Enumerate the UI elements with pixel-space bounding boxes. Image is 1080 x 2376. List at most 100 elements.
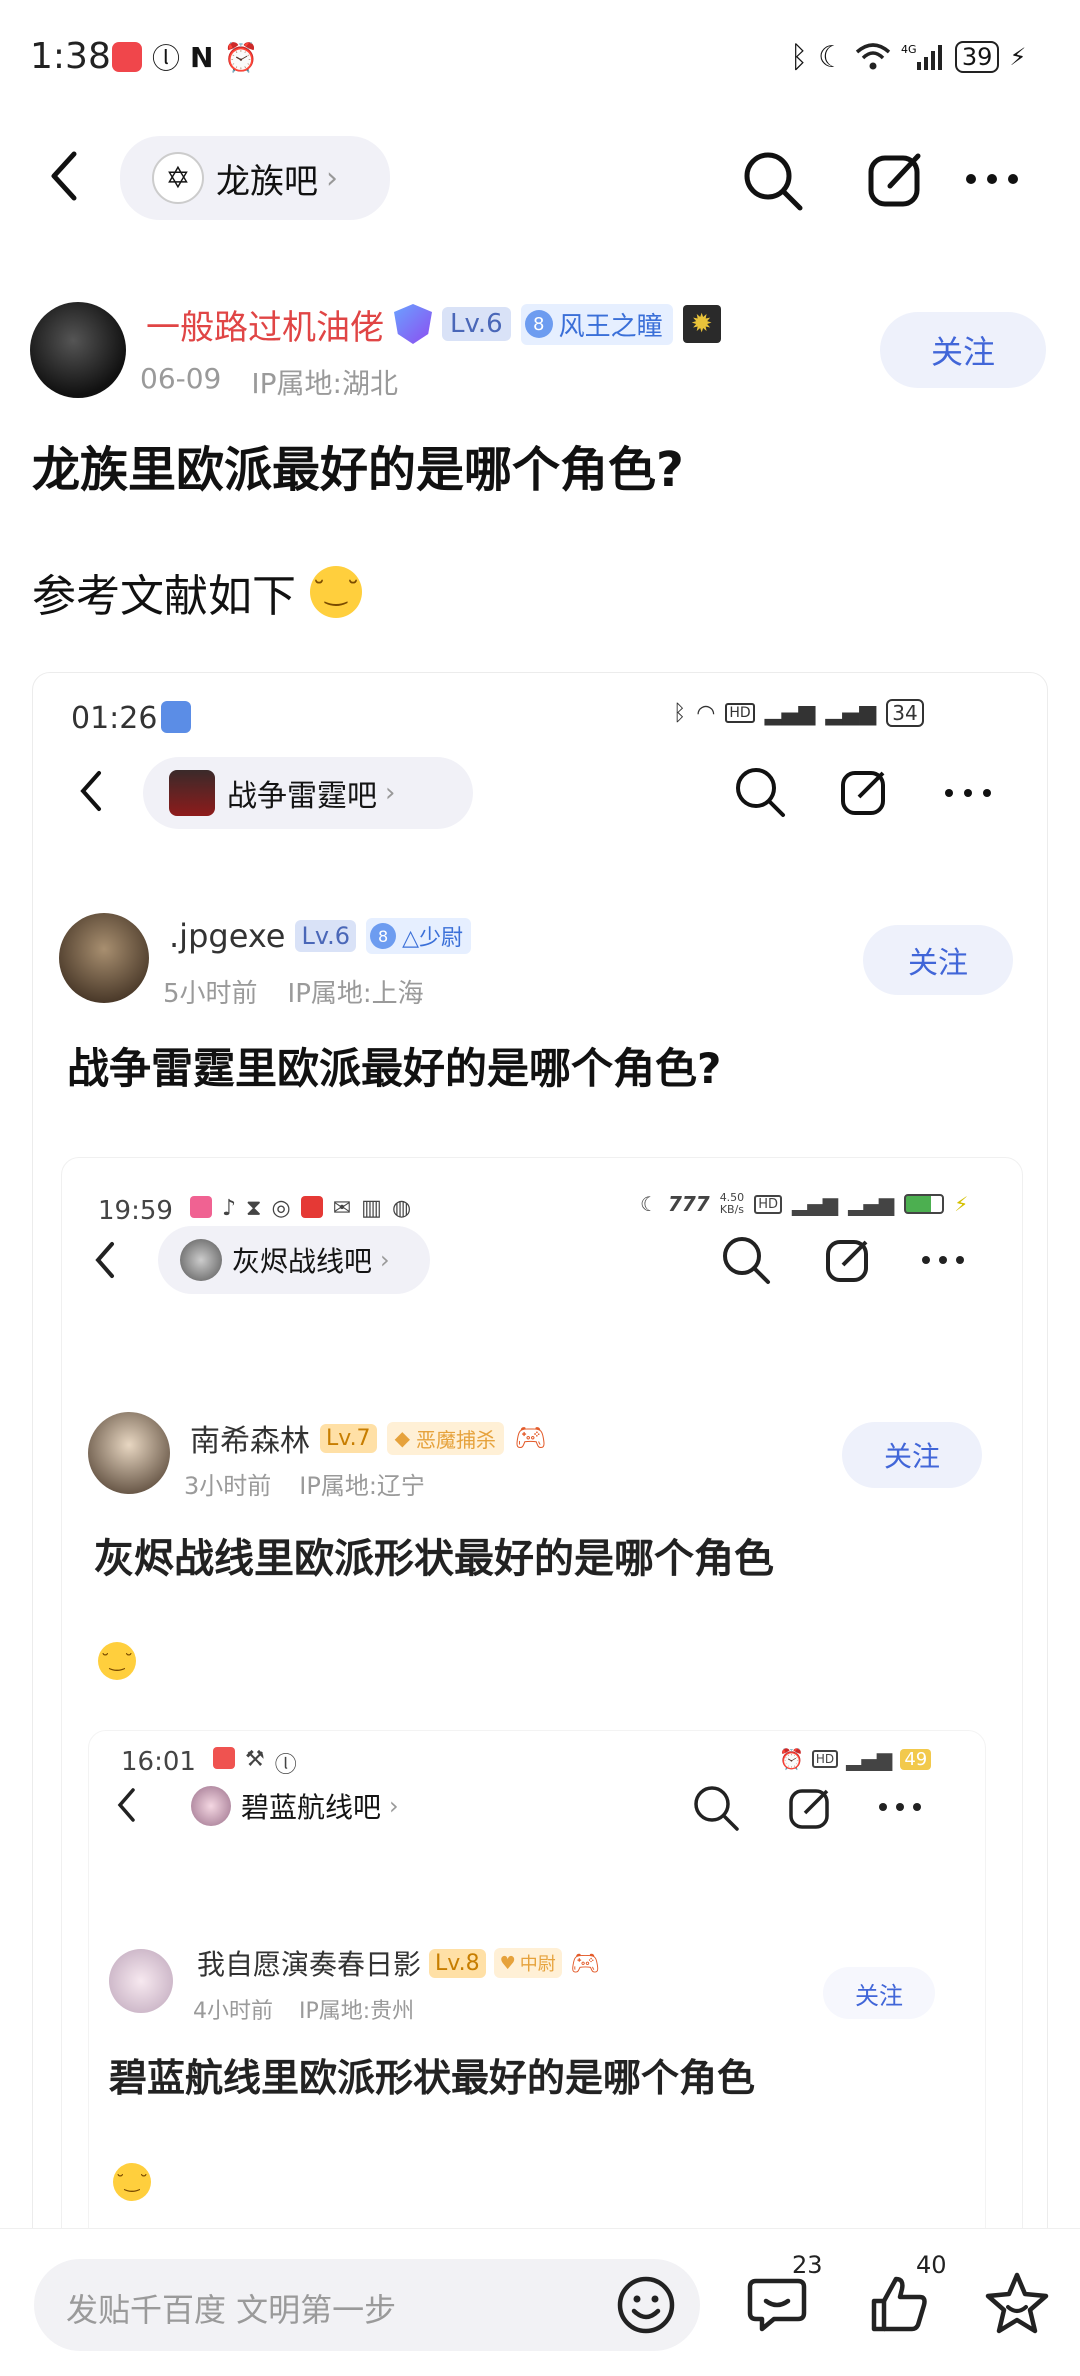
ss1-forum-name: 战争雷霆吧	[227, 779, 377, 814]
ss1-system-icons: ᛒ ◠ HD ▂▄▆ ▂▄▆ 34	[673, 699, 924, 727]
ss3-ip: IP属地:贵州	[299, 1999, 415, 2024]
compose-icon[interactable]	[866, 150, 926, 210]
system-icons: ᛒ ☾ 4G 39 ⚡	[790, 39, 1026, 75]
ss1-forum-pill: 战争雷霆吧 ›	[143, 757, 473, 829]
forum-name: 龙族吧	[216, 161, 318, 202]
ss3-forum-avatar	[191, 1786, 231, 1826]
ss1-meta: 5小时前 IP属地:上海	[163, 973, 424, 1010]
ss2-signal-icon: ▂▄▆	[791, 1192, 839, 1216]
ss2-net-speed: 4.50 KB/s	[720, 1192, 745, 1216]
like-icon[interactable]	[868, 2273, 930, 2335]
status-bar: 1:38 ⓛ N ⏰ ᛒ ☾ 4G 39 ⚡	[0, 0, 1080, 118]
ss1-title: 战争雷霆里欧派最好的是哪个角色?	[67, 1044, 722, 1093]
post-image[interactable]: 01:26 ᛒ ◠ HD ▂▄▆ ▂▄▆ 34 战争雷霆吧 › .jpgexe …	[32, 672, 1048, 2272]
bluetooth-icon: ᛒ	[790, 39, 808, 75]
ss3-alarm-icon: ⏰	[779, 1747, 804, 1771]
svg-text:4G: 4G	[901, 43, 917, 56]
ss1-author-row: .jpgexe Lv.6 8 △少尉	[169, 917, 471, 955]
star-icon[interactable]	[984, 2271, 1050, 2335]
battery-icon: 39	[954, 41, 1000, 73]
ss3-compose-icon	[789, 1789, 829, 1829]
ss3-back-icon	[117, 1788, 135, 1822]
ss1-app-icon	[161, 701, 191, 733]
ss1-title-badge: 8 △少尉	[366, 918, 471, 954]
ss2-title-badge-text: 恶魔捕杀	[415, 1427, 496, 1452]
ss2-diamond-icon: ◆	[394, 1426, 410, 1450]
ss2-signal2-icon: ▂▄▆	[848, 1192, 895, 1216]
ss3-hd-icon: HD	[811, 1750, 839, 1768]
ss2-title: 灰烬战线里欧派形状最好的是哪个角色	[94, 1536, 774, 1582]
back-icon[interactable]	[46, 148, 82, 204]
wifi-icon	[855, 43, 891, 70]
medal-icon: ✹	[682, 305, 721, 343]
ss2-mail-icon: ✉	[332, 1196, 352, 1221]
ss1-signal-icon: ▂▄▆	[764, 700, 816, 726]
follow-button[interactable]: 关注	[880, 312, 1046, 388]
ss2-book-icon: ▥	[361, 1196, 382, 1221]
ss1-time: 01:26	[71, 701, 158, 736]
ss2-app-icon-2: ⧗	[246, 1196, 262, 1221]
ss1-follow-button: 关注	[863, 925, 1013, 995]
ss2-app-icon-3: ◎	[271, 1196, 291, 1221]
ss2-author-avatar	[88, 1412, 170, 1494]
ss2-image: 19:59 ♪ ⧗ ◎ ✉ ▥ ◍ ☾ 777 4.50 KB/s HD ▂▄▆ …	[61, 1157, 1023, 2271]
ss3-time: 16:01	[121, 1747, 196, 1777]
ss3-more-icon	[879, 1803, 921, 1811]
forum-pill[interactable]: ✡ 龙族吧 ›	[120, 136, 390, 220]
reply-input[interactable]: 发贴千百度 文明第一步	[34, 2259, 700, 2351]
ss1-title-badge-text: △少尉	[402, 926, 463, 951]
ss1-battery-level: 34	[892, 701, 918, 725]
ss1-member-level: 8	[370, 923, 397, 949]
ss2-search-icon	[723, 1237, 770, 1284]
ss2-hd-icon: HD	[754, 1194, 782, 1214]
member-level: 8	[524, 310, 553, 338]
ss2-author-nickname: 南希森林	[190, 1424, 310, 1459]
ss1-author-nickname: .jpgexe	[169, 917, 286, 955]
ss1-wifi-icon: ◠	[696, 700, 716, 726]
ss3-author-row: 我自愿演奏春日影 Lv.8 ♥ 中尉 🎮︎	[197, 1943, 600, 1983]
ss2-follow-button: 关注	[842, 1422, 982, 1488]
alarm-icon: ⏰	[223, 40, 259, 74]
top-nav: ✡ 龙族吧 ›	[0, 118, 1080, 248]
comment-count: 23	[792, 2251, 823, 2279]
ss2-title-badge: ◆ 恶魔捕杀	[386, 1421, 504, 1455]
ss3-author-nickname: 我自愿演奏春日影	[197, 1948, 422, 1981]
ss1-signal2-icon: ▂▄▆	[825, 700, 877, 726]
author-nickname[interactable]: 一般路过机油佬	[146, 300, 384, 349]
ss3-time-ago: 4小时前	[193, 1999, 273, 2024]
ss2-meta: 3小时前 IP属地:辽宁	[184, 1466, 425, 1501]
level-badge: Lv.6	[442, 307, 511, 341]
ss1-more-icon	[945, 789, 991, 797]
ss2-author-row: 南希森林 Lv.7 ◆ 恶魔捕杀 🎮︎	[190, 1416, 547, 1460]
moon-icon: ☾	[818, 39, 845, 75]
ss3-signal-icon: ▂▄▆	[846, 1747, 893, 1771]
signal-icon: 4G	[901, 43, 942, 70]
ss3-chevron-right-icon: ›	[389, 1792, 399, 1820]
search-icon[interactable]	[742, 150, 804, 212]
ss3-battery-icon: 49	[900, 1748, 932, 1770]
ss1-back-icon	[80, 771, 101, 811]
ss2-net-speed-unit: KB/s	[719, 1203, 745, 1216]
comment-icon[interactable]	[746, 2273, 808, 2335]
ss2-battery-icon	[904, 1194, 945, 1214]
emoji-icon[interactable]	[616, 2275, 676, 2335]
ss2-app-icon-5: ◍	[391, 1196, 412, 1221]
smiling-emoji-icon: ˘‿˘	[310, 566, 362, 618]
ss1-time-ago: 5小时前	[163, 979, 258, 1009]
ss1-author-avatar	[59, 913, 149, 1003]
author-avatar[interactable]	[30, 302, 126, 398]
ss2-more-icon	[922, 1256, 964, 1264]
more-icon[interactable]	[964, 172, 1020, 186]
battery-level: 39	[961, 43, 993, 71]
ss1-bluetooth-icon: ᛒ	[673, 700, 687, 726]
forum-avatar: ✡	[152, 152, 204, 204]
like-count: 40	[916, 2251, 947, 2279]
ss1-search-icon	[736, 768, 785, 817]
post-date: 06-09	[140, 362, 222, 395]
ss3-level-badge: Lv.8	[429, 1948, 486, 1978]
ss3-search-icon	[694, 1786, 739, 1831]
ss3-title-badge: ♥ 中尉	[493, 1948, 562, 1978]
ss2-app-icon-4	[300, 1196, 323, 1218]
nfc-icon: N	[190, 40, 214, 74]
author-row: 一般路过机油佬 Lv.6 8 风王之瞳 ✹	[146, 298, 721, 350]
